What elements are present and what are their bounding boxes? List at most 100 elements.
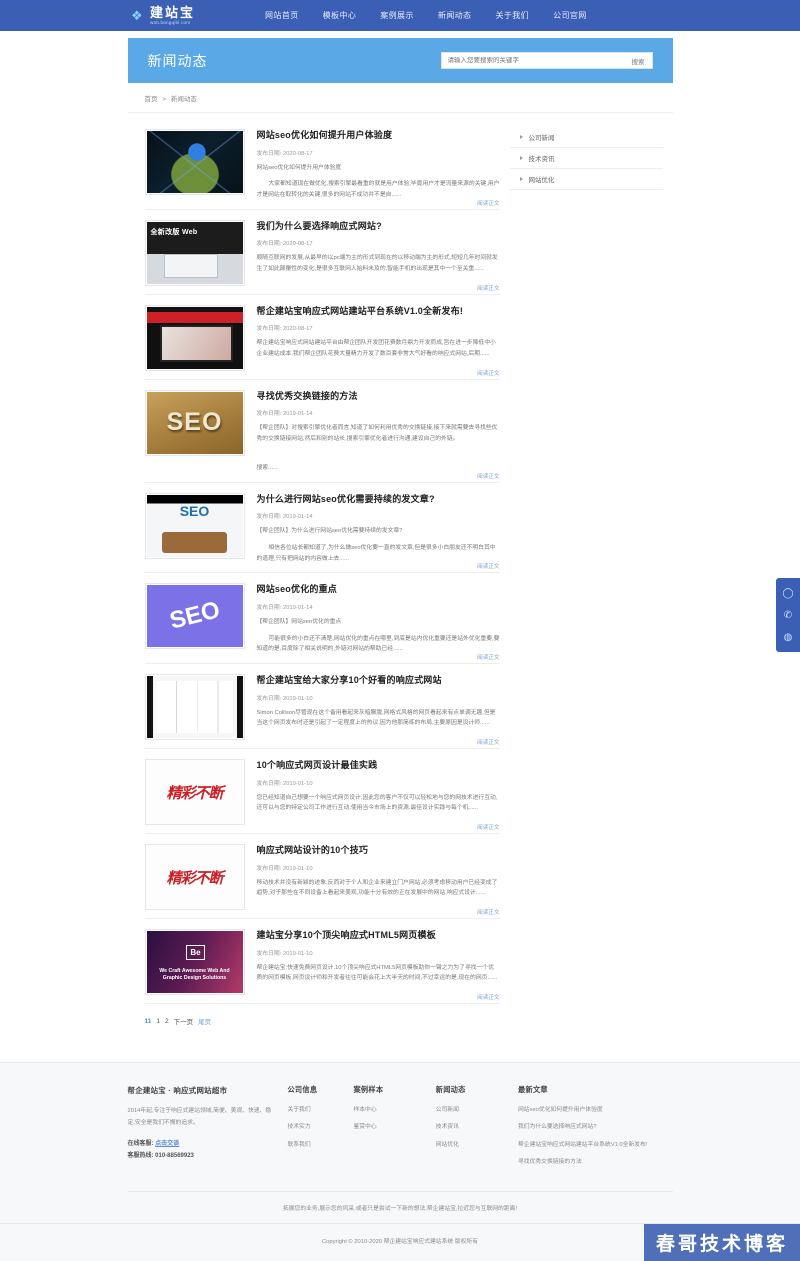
nav-item-templates[interactable]: 模板中心	[311, 10, 369, 21]
article-title[interactable]: 网站seo优化如何提升用户体验度	[257, 129, 500, 142]
search-input[interactable]	[441, 57, 625, 64]
article-desc: 移动技术并没有新颖的迹象,反而对于个人和企业来建立门户网站,必须考虑移动用户已经…	[256, 879, 498, 897]
list-item[interactable]: 我们为什么要选择响应式网站?	[518, 1123, 663, 1132]
nav-item-cases[interactable]: 案例展示	[368, 10, 426, 21]
article-title[interactable]: 我们为什么要选择响应式网站?	[257, 220, 500, 233]
article-lead: 【帮企团队】为什么进行网站seo优化需要持续的发文章?	[256, 528, 403, 535]
article-title[interactable]: 网站seo优化的重点	[257, 583, 500, 596]
footer-column-title: 最新文章	[517, 1085, 548, 1094]
list-item[interactable]: 寻找优秀交换链接的方法 发布日期: 2019-01-14 【帮企团队】对搜索引擎…	[144, 380, 500, 483]
search-button[interactable]: 搜索	[625, 56, 652, 66]
list-item[interactable]: 联系我们	[287, 1141, 343, 1150]
footer-hotline-value: 010-88569923	[155, 1152, 194, 1159]
article-title[interactable]: 为什么进行网站seo优化需要持续的发文章?	[257, 493, 500, 506]
read-more-link[interactable]: 阅读正文	[477, 472, 499, 480]
read-more-link[interactable]: 阅读正文	[477, 562, 499, 570]
list-item[interactable]: 为什么进行网站seo优化需要持续的发文章? 发布日期: 2019-01-14 【…	[144, 483, 500, 574]
footer-link-seo-news[interactable]: 网站优化	[436, 1141, 508, 1150]
watermark: 春哥技术博客	[643, 1224, 800, 1261]
list-item[interactable]: 技术实力	[287, 1123, 343, 1132]
footer-latest-link-4[interactable]: 寻找优秀交换链接的方法	[518, 1158, 663, 1167]
footer-latest-link-2[interactable]: 我们为什么要选择响应式网站?	[518, 1123, 663, 1132]
list-item[interactable]: 寻找优秀交换链接的方法	[518, 1158, 663, 1167]
list-item[interactable]: 帮企建站宝响应式网站建站平台系统V1.0全新发布!	[518, 1141, 663, 1150]
article-title[interactable]: 寻找优秀交换链接的方法	[257, 390, 500, 403]
page-banner: 新闻动态 搜索	[127, 38, 673, 83]
sidebar-item-tech-news[interactable]: 技术资讯	[509, 148, 663, 169]
footer-link-sample-center[interactable]: 样本中心	[353, 1106, 425, 1115]
site-logo[interactable]: ❖ 建站宝 web.bangqibl.com	[131, 6, 195, 26]
list-item[interactable]: 鉴赏中心	[353, 1123, 425, 1132]
article-thumbnail[interactable]	[144, 304, 245, 371]
list-item[interactable]: 公司新闻	[436, 1106, 508, 1115]
pagination-page-2[interactable]: 2	[165, 1018, 169, 1025]
list-item[interactable]: 响应式网站设计的10个技巧 发布日期: 2019-01-10 移动技术并没有新颖…	[144, 834, 500, 919]
read-more-link[interactable]: 阅读正文	[477, 284, 499, 292]
article-thumbnail[interactable]	[144, 219, 245, 286]
read-more-link[interactable]: 阅读正文	[477, 993, 499, 1001]
search-box[interactable]: 搜索	[440, 52, 653, 69]
footer-link-contact[interactable]: 联系我们	[287, 1141, 343, 1150]
read-more-link[interactable]: 阅读正文	[477, 738, 499, 746]
nav-item-news[interactable]: 新闻动态	[426, 10, 484, 21]
list-item[interactable]: 我们为什么要选择响应式网站? 发布日期: 2020-08-17 顺随互联网的发展…	[144, 210, 500, 295]
footer-link-company-news[interactable]: 公司新闻	[436, 1106, 508, 1115]
article-title[interactable]: 10个响应式网页设计最佳实践	[257, 759, 500, 772]
read-more-link[interactable]: 阅读正文	[477, 369, 499, 377]
footer-link-about[interactable]: 关于我们	[287, 1106, 343, 1115]
list-item[interactable]: 帮企建站宝给大家分享10个好看的响应式网站 发布日期: 2019-01-10 S…	[144, 664, 500, 749]
read-more-link[interactable]: 阅读正文	[477, 653, 499, 661]
article-thumbnail[interactable]	[144, 129, 245, 195]
article-thumbnail[interactable]	[144, 929, 245, 995]
nav-item-home[interactable]: 网站首页	[253, 10, 311, 21]
article-title[interactable]: 响应式网站设计的10个技巧	[257, 844, 500, 857]
article-desc: 相信各位站长都知道了,为什么做seo优化要一直的发文章,但是很多小白朋友还不明白…	[256, 544, 496, 562]
read-more-link[interactable]: 阅读正文	[477, 823, 499, 831]
article-thumbnail[interactable]	[144, 389, 245, 456]
list-item[interactable]: 关于我们	[287, 1106, 343, 1115]
article-date: 发布日期: 2019-01-10	[256, 950, 313, 957]
footer-latest-link-1[interactable]: 网站seo优化如何提升用户体验度	[518, 1106, 663, 1115]
article-thumbnail[interactable]	[144, 492, 245, 559]
list-item[interactable]: 帮企建站宝响应式网站建站平台系统V1.0全新发布! 发布日期: 2020-08-…	[144, 295, 500, 380]
article-thumbnail[interactable]	[144, 583, 245, 650]
list-item[interactable]: 技术资讯	[436, 1123, 508, 1132]
list-item[interactable]: 网站seo优化如何提升用户体验度	[518, 1106, 663, 1115]
seo-wood-blocks-thumb	[146, 391, 243, 454]
list-item[interactable]: 网站seo优化如何提升用户体验度 发布日期: 2020-08-17 网站seo优…	[144, 121, 500, 210]
article-date: 发布日期: 2019-01-10	[256, 695, 313, 702]
logo-main-text: 建站宝	[150, 4, 196, 20]
article-title[interactable]: 帮企建站宝给大家分享10个好看的响应式网站	[257, 674, 500, 687]
footer-link-tech[interactable]: 技术实力	[287, 1123, 343, 1132]
list-item[interactable]: 10个响应式网页设计最佳实践 发布日期: 2019-01-10 您已经知道自己想…	[144, 749, 500, 834]
pagination-next[interactable]: 下一页	[174, 1016, 194, 1026]
nav-item-about[interactable]: 关于我们	[483, 10, 541, 21]
read-more-link[interactable]: 阅读正文	[477, 199, 499, 207]
footer-link-gallery[interactable]: 鉴赏中心	[353, 1123, 425, 1132]
article-thumbnail[interactable]	[144, 759, 245, 825]
phone-icon[interactable]: ✆	[776, 604, 800, 626]
article-thumbnail[interactable]	[144, 844, 245, 910]
article-title[interactable]: 建站宝分享10个顶尖响应式HTML5网页模板	[257, 929, 500, 942]
read-more-link[interactable]: 阅读正文	[477, 908, 499, 916]
list-item[interactable]: 样本中心	[353, 1106, 425, 1115]
wechat-icon[interactable]: ◍	[776, 626, 800, 648]
bullet-arrow-icon	[519, 177, 523, 181]
sidebar-item-company-news[interactable]: 公司新闻	[509, 127, 663, 148]
breadcrumb-home[interactable]: 首页	[145, 96, 158, 103]
pagination-last[interactable]: 尾页	[198, 1016, 211, 1026]
nav-item-official[interactable]: 公司官网	[541, 10, 599, 21]
list-item[interactable]: 网站优化	[436, 1141, 508, 1150]
footer-latest-link-3[interactable]: 帮企建站宝响应式网站建站平台系统V1.0全新发布!	[518, 1141, 663, 1150]
footer-link-tech-news[interactable]: 技术资讯	[436, 1123, 508, 1132]
article-title[interactable]: 帮企建站宝响应式网站建站平台系统V1.0全新发布!	[257, 305, 500, 318]
logo-sub-text: web.bangqibl.com	[150, 19, 191, 25]
article-thumbnail[interactable]	[144, 674, 245, 740]
footer-service-link[interactable]: 点击交谈	[155, 1141, 179, 1147]
list-item[interactable]: 网站seo优化的重点 发布日期: 2019-01-14 【帮企团队】网站seo优…	[144, 573, 500, 664]
feather-logo-icon: ❖	[131, 7, 143, 23]
qq-icon[interactable]: ◯	[776, 582, 800, 604]
sidebar-item-seo[interactable]: 网站优化	[509, 169, 663, 190]
list-item[interactable]: 建站宝分享10个顶尖响应式HTML5网页模板 发布日期: 2019-01-10 …	[144, 919, 500, 1004]
pagination-page-1[interactable]: 1	[156, 1018, 160, 1025]
